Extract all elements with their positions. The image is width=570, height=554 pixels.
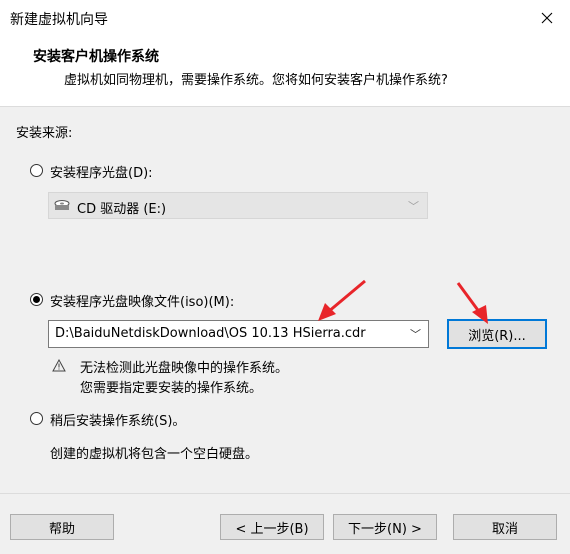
install-disc-label[interactable]: 安装程序光盘(D): [50,162,153,181]
disc-drive-select: CD 驱动器 (E:) ﹀ [48,192,428,219]
warning-line-2: 您需要指定要安装的操作系统。 [80,381,263,396]
iso-path-combobox[interactable]: D:\BaiduNetdiskDownload\OS 10.13 HSierra… [48,320,429,348]
browse-button[interactable]: 浏览(R)... [447,319,547,349]
next-button[interactable]: 下一步(N) > [333,514,437,540]
warning-line-1: 无法检测此光盘映像中的操作系统。 [80,361,289,376]
radio-install-later[interactable] [30,412,43,425]
radio-install-disc[interactable] [30,164,43,177]
iso-path-value[interactable]: D:\BaiduNetdiskDownload\OS 10.13 HSierra… [55,326,366,341]
install-source-label: 安装来源: [16,126,73,141]
warning-icon [52,359,66,372]
window-title: 新建虚拟机向导 [10,12,108,28]
radio-install-iso[interactable] [30,293,43,306]
wizard-header: 安装客户机操作系统 虚拟机如同物理机，需要操作系统。您将如何安装客户机操作系统? [0,36,570,107]
wizard-footer: 帮助 < 上一步(B) 下一步(N) > 取消 [0,493,570,554]
disc-drive-icon [54,200,70,210]
cancel-button[interactable]: 取消 [453,514,557,540]
install-later-description: 创建的虚拟机将包含一个空白硬盘。 [50,447,259,462]
disc-drive-value: CD 驱动器 (E:) [77,202,167,217]
close-button[interactable] [524,0,570,36]
chevron-down-icon: ﹀ [408,200,419,213]
help-button[interactable]: 帮助 [10,514,114,540]
install-iso-label[interactable]: 安装程序光盘映像文件(iso)(M): [50,291,234,310]
header-title: 安装客户机操作系统 [33,49,159,65]
close-icon [541,12,553,24]
chevron-down-icon[interactable]: ﹀ [410,326,421,342]
header-subtitle: 虚拟机如同物理机，需要操作系统。您将如何安装客户机操作系统? [64,73,448,88]
annotation-arrow-path [318,279,366,321]
back-button[interactable]: < 上一步(B) [220,514,324,540]
install-later-label[interactable]: 稍后安装操作系统(S)。 [50,410,185,429]
install-source-panel: 安装来源: 安装程序光盘(D): CD 驱动器 (E:) ﹀ 安装程序光盘映像文… [0,107,570,493]
title-bar: 新建虚拟机向导 [0,0,570,36]
